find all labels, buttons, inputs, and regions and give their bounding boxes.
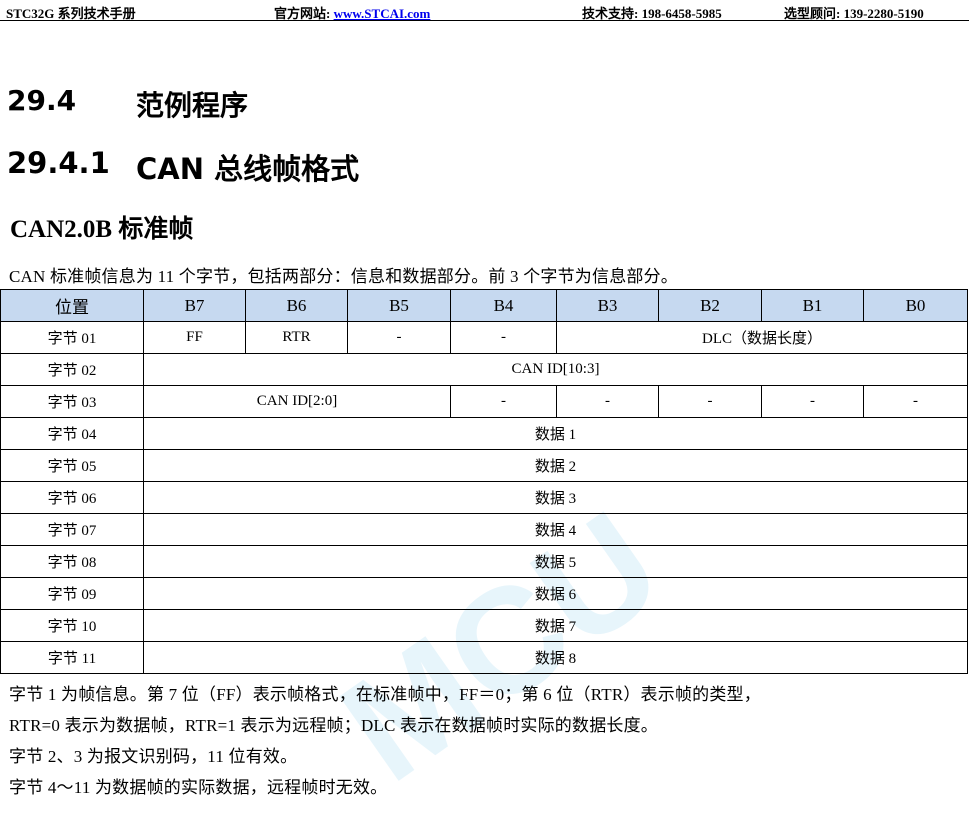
cell-dlc: DLC（数据长度） <box>556 321 968 354</box>
can-frame-table: 位置 B7 B6 B5 B4 B3 B2 B1 B0 字节 01 FF RTR … <box>0 289 968 674</box>
table-row: 字节 10 数据 7 <box>0 609 968 642</box>
section-number: 29.4 <box>7 84 77 117</box>
subsection-number: 29.4.1 <box>7 146 110 180</box>
header-b7: B7 <box>143 289 246 322</box>
header-b3: B3 <box>556 289 659 322</box>
row-label: 字节 08 <box>0 545 144 578</box>
section-title: 范例程序 <box>136 89 249 122</box>
cell-data: 数据 8 <box>143 641 968 674</box>
row-label: 字节 07 <box>0 513 144 546</box>
cell-data: 数据 7 <box>143 609 968 642</box>
table-row: 字节 01 FF RTR - - DLC（数据长度） <box>0 321 968 354</box>
cell-data: 数据 5 <box>143 545 968 578</box>
header-b2: B2 <box>658 289 762 322</box>
table-row: 字节 03 CAN ID[2:0] - - - - - <box>0 385 968 418</box>
cell-b4: - <box>450 385 557 418</box>
frame-heading: CAN2.0B 标准帧 <box>10 216 194 243</box>
header-b1: B1 <box>761 289 864 322</box>
table-row: 字节 07 数据 4 <box>0 513 968 546</box>
intro-text: CAN 标准帧信息为 11 个字节，包括两部分：信息和数据部分。前 3 个字节为… <box>9 267 679 286</box>
subsection-title: CAN 总线帧格式 <box>136 152 360 186</box>
cell-can-id-low: CAN ID[2:0] <box>143 385 451 418</box>
cell-data: 数据 4 <box>143 513 968 546</box>
row-label: 字节 06 <box>0 481 144 514</box>
cell-rtr: RTR <box>245 321 348 354</box>
row-label: 字节 09 <box>0 577 144 610</box>
header-position: 位置 <box>0 289 144 322</box>
header-b5: B5 <box>347 289 451 322</box>
cell-data: 数据 3 <box>143 481 968 514</box>
row-label: 字节 05 <box>0 449 144 482</box>
manual-title: STC32G 系列技术手册 <box>6 6 136 21</box>
table-row: 字节 09 数据 6 <box>0 577 968 610</box>
header-b0: B0 <box>863 289 968 322</box>
cell-data: 数据 2 <box>143 449 968 482</box>
table-row: 字节 02 CAN ID[10:3] <box>0 353 968 386</box>
row-label: 字节 10 <box>0 609 144 642</box>
site-label: 官方网站: <box>274 6 334 21</box>
cell-ff: FF <box>143 321 246 354</box>
row-label: 字节 04 <box>0 417 144 450</box>
row-label: 字节 01 <box>0 321 144 354</box>
cell-data: 数据 1 <box>143 417 968 450</box>
table-row: 字节 05 数据 2 <box>0 449 968 482</box>
site-link[interactable]: www.STCAI.com <box>334 6 431 21</box>
table-row: 字节 04 数据 1 <box>0 417 968 450</box>
cell-b0: - <box>863 385 968 418</box>
cell-b4: - <box>450 321 557 354</box>
official-site: 官方网站: www.STCAI.com <box>274 3 430 22</box>
cell-b1: - <box>761 385 864 418</box>
header-b4: B4 <box>450 289 557 322</box>
row-label: 字节 11 <box>0 641 144 674</box>
table-header-row: 位置 B7 B6 B5 B4 B3 B2 B1 B0 <box>0 289 968 322</box>
header-b6: B6 <box>245 289 348 322</box>
table-row: 字节 08 数据 5 <box>0 545 968 578</box>
cell-data: 数据 6 <box>143 577 968 610</box>
cell-b3: - <box>556 385 659 418</box>
table-row: 字节 11 数据 8 <box>0 641 968 674</box>
cell-can-id-high: CAN ID[10:3] <box>143 353 968 386</box>
sales-consultant: 选型顾问: 139-2280-5190 <box>784 6 924 21</box>
cell-b2: - <box>658 385 762 418</box>
note-line-2: RTR=0 表示为数据帧，RTR=1 表示为远程帧；DLC 表示在数据帧时实际的… <box>9 716 659 735</box>
row-label: 字节 03 <box>0 385 144 418</box>
table-row: 字节 06 数据 3 <box>0 481 968 514</box>
note-line-1: 字节 1 为帧信息。第 7 位（FF）表示帧格式，在标准帧中，FF＝0；第 6 … <box>9 685 761 704</box>
note-line-3: 字节 2、3 为报文识别码，11 位有效。 <box>9 747 298 766</box>
cell-b5: - <box>347 321 451 354</box>
page-header: STC32G 系列技术手册 官方网站: www.STCAI.com 技术支持: … <box>0 0 969 21</box>
tech-support: 技术支持: 198-6458-5985 <box>582 6 722 21</box>
row-label: 字节 02 <box>0 353 144 386</box>
note-line-4: 字节 4～11 为数据帧的实际数据，远程帧时无效。 <box>9 778 388 797</box>
